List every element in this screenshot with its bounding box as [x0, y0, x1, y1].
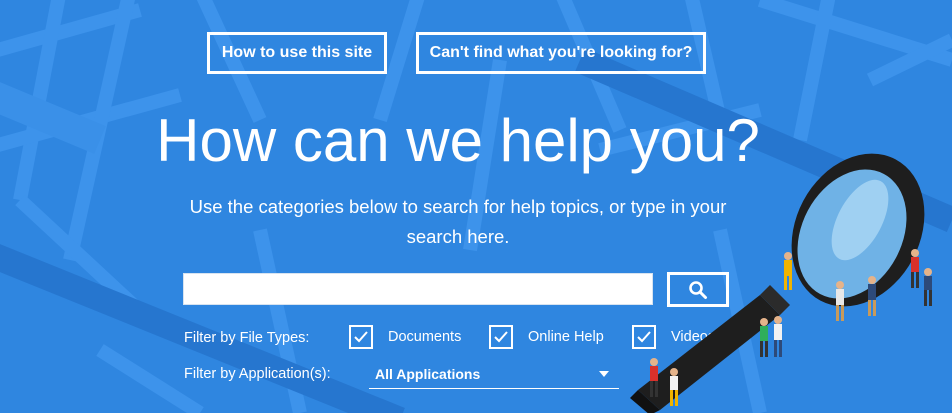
- person-figure: [911, 249, 919, 288]
- checkmark-icon: [354, 331, 368, 343]
- person-figure: [836, 281, 844, 321]
- search-input[interactable]: [183, 273, 653, 305]
- online-help-label: Online Help: [528, 329, 604, 345]
- application-select-value: All Applications: [375, 366, 481, 382]
- checkmark-icon: [494, 331, 508, 343]
- person-figure: [760, 318, 768, 357]
- magnifier-lens: [791, 153, 925, 307]
- person-figure: [774, 316, 782, 357]
- magnifier-illustration: [630, 153, 932, 413]
- documents-checkbox[interactable]: Documents: [349, 325, 461, 349]
- dropdown-arrow-icon: [599, 370, 609, 377]
- online-help-checkbox[interactable]: Online Help: [489, 325, 604, 349]
- person-figure: [924, 268, 932, 306]
- file-types-label: Filter by File Types:: [184, 330, 310, 346]
- documents-label: Documents: [388, 329, 462, 345]
- person-figure: [868, 276, 876, 316]
- person-figure: [670, 368, 678, 406]
- how-to-use-button[interactable]: How to use this site: [207, 32, 387, 74]
- cant-find-button[interactable]: Can't find what you're looking for?: [416, 32, 706, 74]
- application-filter-label: Filter by Application(s):: [184, 366, 331, 382]
- checkbox-box[interactable]: [349, 325, 373, 349]
- checkbox-box[interactable]: [489, 325, 513, 349]
- person-figure: [784, 252, 792, 290]
- application-select[interactable]: All Applications: [369, 360, 619, 389]
